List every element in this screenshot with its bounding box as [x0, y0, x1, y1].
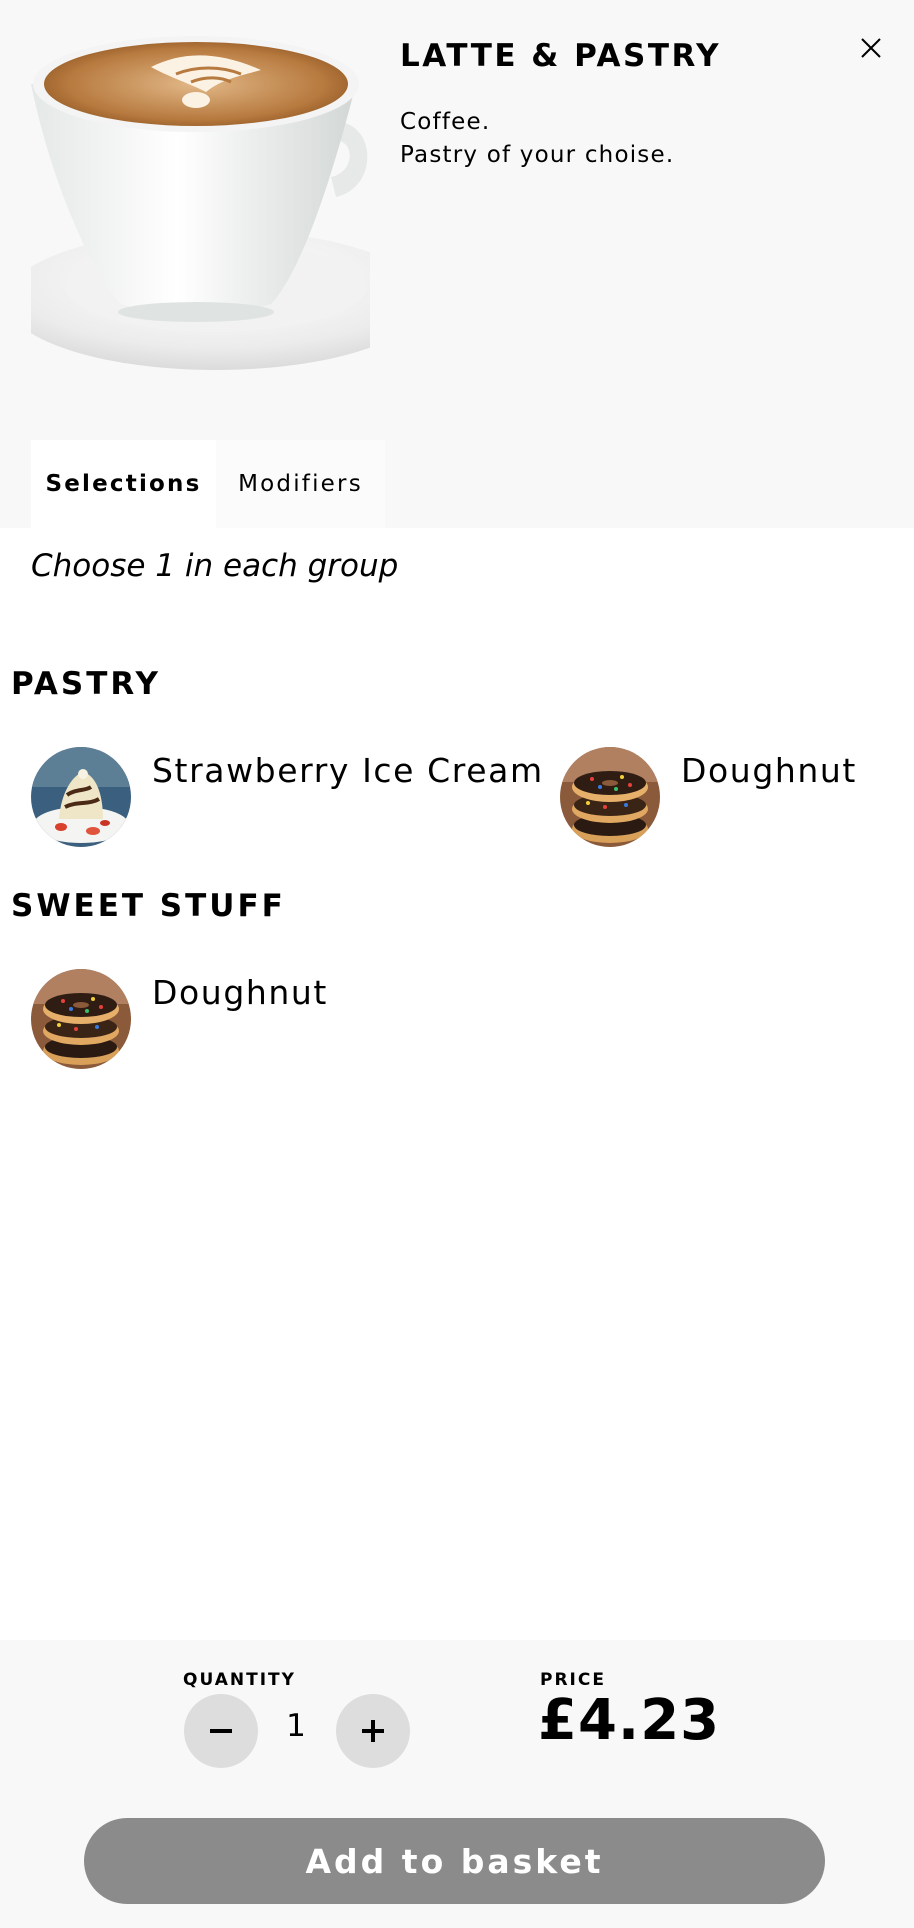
option-label: Doughnut	[152, 973, 328, 1012]
quantity-label: QUANTITY	[183, 1670, 296, 1690]
add-to-basket-button[interactable]: Add to basket	[84, 1818, 825, 1904]
tab-modifiers[interactable]: Modifiers	[216, 440, 385, 528]
option-thumbnail	[31, 969, 131, 1069]
option-doughnut[interactable]: Doughnut	[31, 969, 328, 1069]
quantity-decrease-button[interactable]	[184, 1694, 258, 1768]
option-label: Strawberry Ice Cream	[152, 751, 544, 790]
ice-cream-image	[31, 747, 131, 847]
group-title-sweet-stuff: SWEET STUFF	[11, 888, 286, 924]
option-strawberry-ice-cream[interactable]: Strawberry Ice Cream	[31, 747, 544, 847]
description-line: Pastry of your choise.	[400, 142, 675, 168]
price-value: £4.23	[538, 1688, 721, 1753]
doughnut-image	[31, 969, 131, 1069]
selection-instruction: Choose 1 in each group	[31, 548, 399, 584]
order-footer: QUANTITY 1 PRICE £4.23 Add to basket	[0, 1640, 914, 1928]
minus-icon[interactable]	[208, 1718, 234, 1744]
doughnut-image	[560, 747, 660, 847]
option-thumbnail	[31, 747, 131, 847]
group-title-pastry: PASTRY	[11, 666, 161, 702]
product-description: Coffee. Pastry of your choise.	[400, 106, 880, 172]
description-line: Coffee.	[400, 109, 491, 135]
latte-cup-image	[31, 22, 370, 374]
product-header: LATTE & PASTRY Coffee. Pastry of your ch…	[0, 0, 914, 528]
product-image	[31, 22, 370, 374]
option-label: Doughnut	[681, 751, 857, 790]
option-thumbnail	[560, 747, 660, 847]
tab-selections[interactable]: Selections	[31, 440, 216, 528]
tab-bar: Selections Modifiers	[31, 440, 385, 528]
price-label: PRICE	[540, 1670, 606, 1690]
quantity-value: 1	[286, 1708, 306, 1744]
close-icon[interactable]	[859, 36, 883, 60]
plus-icon[interactable]	[360, 1718, 386, 1744]
option-doughnut[interactable]: Doughnut	[560, 747, 857, 847]
quantity-increase-button[interactable]	[336, 1694, 410, 1768]
close-button[interactable]	[856, 30, 886, 66]
product-title: LATTE & PASTRY	[400, 38, 722, 74]
